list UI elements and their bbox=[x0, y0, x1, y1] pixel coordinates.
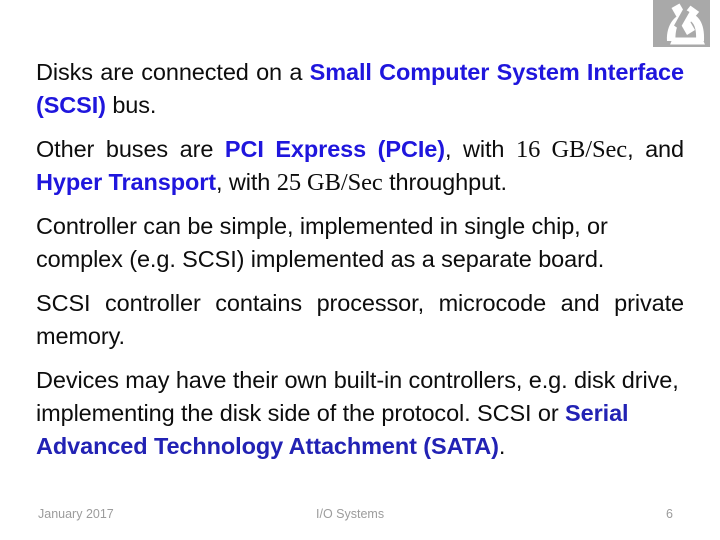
paragraph-3: Controller can be simple, implemented in… bbox=[36, 210, 684, 276]
text-run: . bbox=[498, 433, 506, 459]
text-run: , with bbox=[444, 136, 516, 162]
paragraph-2: Other buses are PCI Express (PCIe), with… bbox=[36, 133, 684, 199]
slide-body: Disks are connected on a Small Computer … bbox=[36, 56, 684, 463]
paragraph-5: Devices may have their own built-in cont… bbox=[36, 364, 684, 463]
text-run: Other buses are bbox=[36, 136, 225, 162]
throughput-hypertransport: 25 GB/Sec bbox=[276, 169, 383, 196]
paragraph-1: Disks are connected on a Small Computer … bbox=[36, 56, 684, 122]
footer-date: January 2017 bbox=[38, 507, 114, 521]
footer-title: I/O Systems bbox=[316, 507, 385, 521]
text-run: bus. bbox=[105, 92, 157, 118]
microscope-logo bbox=[653, 0, 710, 47]
footer-page-number: 6 bbox=[666, 507, 673, 521]
text-run: Controller can be simple, implemented in… bbox=[36, 213, 608, 272]
text-run: SCSI controller contains processor, micr… bbox=[36, 290, 684, 349]
highlight-hypertransport: Hyper Transport bbox=[36, 169, 217, 195]
text-run: , and bbox=[627, 136, 684, 162]
text-run: Disks are connected on a bbox=[36, 59, 310, 85]
text-run: , with bbox=[216, 169, 277, 195]
text-run: throughput. bbox=[382, 169, 507, 195]
slide-canvas: Disks are connected on a Small Computer … bbox=[0, 0, 720, 540]
paragraph-4: SCSI controller contains processor, micr… bbox=[36, 287, 684, 353]
slide-footer: January 2017 I/O Systems 6 bbox=[0, 505, 720, 529]
throughput-pcie: 16 GB/Sec bbox=[515, 136, 628, 163]
highlight-pcie: PCI Express (PCIe) bbox=[224, 136, 445, 162]
microscope-icon bbox=[653, 3, 710, 47]
